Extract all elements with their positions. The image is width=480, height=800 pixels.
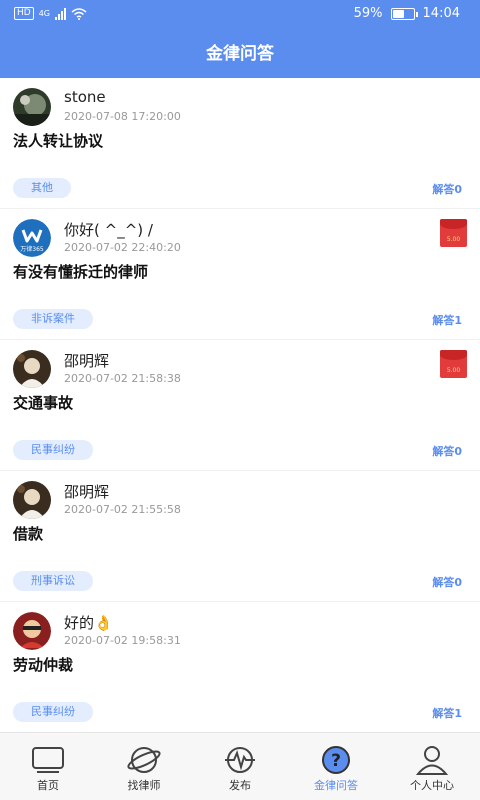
tab-profile-label: 个人中心 (410, 779, 454, 792)
tab-find-lawyer[interactable]: 找律师 (96, 733, 192, 800)
signal-icon (55, 7, 66, 20)
answer-count: 解答0 (432, 183, 462, 196)
tab-publish[interactable]: 发布 (192, 733, 288, 800)
post-time: 2020-07-02 22:40:20 (64, 241, 181, 254)
red-packet-amount: 5.00 (446, 236, 461, 243)
avatar[interactable] (13, 612, 51, 650)
answer-count: 解答1 (432, 707, 462, 720)
svg-text:?: ? (331, 751, 341, 771)
avatar[interactable]: 万律365 (13, 219, 51, 257)
answer-count: 解答0 (432, 445, 462, 458)
battery-percent: 59% (353, 6, 383, 21)
post-time: 2020-07-02 21:55:58 (64, 503, 181, 516)
tab-profile[interactable]: 个人中心 (384, 733, 480, 800)
tab-home[interactable]: 首页 (0, 733, 96, 800)
question-icon: ? (322, 746, 350, 774)
post-time: 2020-07-02 19:58:31 (64, 634, 181, 647)
username: stone (64, 88, 106, 106)
battery-icon (390, 7, 418, 20)
tab-qa-label: 金律问答 (314, 779, 358, 792)
post-time: 2020-07-08 17:20:00 (64, 110, 181, 123)
question-item[interactable]: 邵明辉 2020-07-02 21:55:58 借款 刑事诉讼 解答0 (0, 471, 480, 602)
status-right: 59% 14:04 (354, 6, 460, 21)
red-packet-icon: 5.00 (440, 350, 467, 378)
network-label: 4G (38, 9, 50, 18)
avatar[interactable] (13, 88, 51, 126)
wifi-icon (71, 7, 87, 20)
category-tag[interactable]: 民事纠纷 (13, 702, 93, 722)
status-left: HD 4G (14, 7, 87, 20)
status-bar: HD 4G 59% 14:04 (0, 0, 480, 30)
page-title: 金律问答 (206, 44, 274, 64)
question-item[interactable]: 万律365 你好( ^_^) / 2020-07-02 22:40:20 5.0… (0, 209, 480, 340)
person-icon (415, 746, 449, 775)
bottom-tab-bar: 首页 找律师 发布 ? 金律问答 个人中心 (0, 732, 480, 800)
username: 你好( ^_^) / (64, 221, 153, 239)
category-tag[interactable]: 非诉案件 (13, 309, 93, 329)
question-title[interactable]: 有没有懂拆迁的律师 (13, 261, 148, 282)
question-title[interactable]: 借款 (13, 523, 43, 544)
answer-count: 解答1 (432, 314, 462, 327)
question-list[interactable]: stone 2020-07-08 17:20:00 法人转让协议 其他 解答0 … (0, 78, 480, 732)
question-title[interactable]: 劳动仲裁 (13, 654, 73, 675)
publish-icon (225, 747, 255, 773)
tab-qa[interactable]: ? 金律问答 (288, 733, 384, 800)
username: 邵明辉 (64, 483, 110, 501)
question-item[interactable]: 好的👌 2020-07-02 19:58:31 劳动仲裁 民事纠纷 解答1 (0, 602, 480, 732)
question-title[interactable]: 交通事故 (13, 392, 73, 413)
category-tag[interactable]: 民事纠纷 (13, 440, 93, 460)
username: 好的👌 (64, 614, 113, 632)
red-packet-icon: 5.00 (440, 219, 467, 247)
question-item[interactable]: stone 2020-07-08 17:20:00 法人转让协议 其他 解答0 (0, 78, 480, 209)
username: 邵明辉 (64, 352, 110, 370)
avatar[interactable] (13, 350, 51, 388)
planet-icon (127, 747, 161, 773)
tab-publish-label: 发布 (229, 779, 251, 792)
question-title[interactable]: 法人转让协议 (13, 130, 103, 151)
hd-badge: HD (14, 7, 34, 20)
category-tag[interactable]: 刑事诉讼 (13, 571, 93, 591)
category-tag[interactable]: 其他 (13, 178, 71, 198)
avatar-brand-text: 万律365 (20, 245, 44, 253)
home-icon (32, 747, 64, 773)
question-item[interactable]: 邵明辉 2020-07-02 21:58:38 5.00 交通事故 民事纠纷 解… (0, 340, 480, 471)
tab-home-label: 首页 (37, 779, 59, 792)
answer-count: 解答0 (432, 576, 462, 589)
tab-find-lawyer-label: 找律师 (127, 779, 161, 792)
clock: 14:04 (422, 6, 460, 21)
post-time: 2020-07-02 21:58:38 (64, 372, 181, 385)
page-header: 金律问答 (0, 30, 480, 78)
red-packet-amount: 5.00 (446, 367, 461, 374)
avatar[interactable] (13, 481, 51, 519)
